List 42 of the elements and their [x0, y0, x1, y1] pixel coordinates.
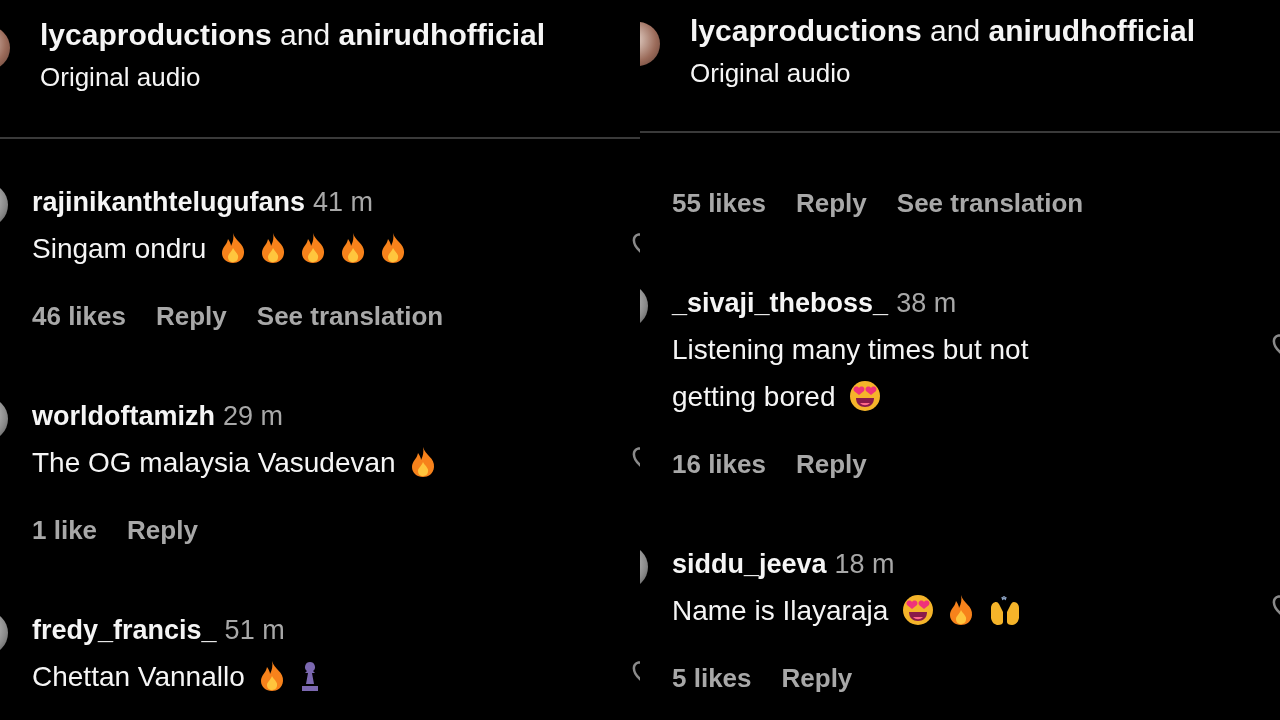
- username[interactable]: rajinikanthtelugufans: [32, 186, 306, 218]
- comment-text: Singam ondru: [32, 233, 207, 264]
- username[interactable]: worldoftamizh: [32, 400, 215, 432]
- heart-eyes-face-icon: [849, 380, 882, 412]
- username[interactable]: siddu_jeeva: [672, 548, 827, 580]
- comment-time: 29 m: [223, 400, 284, 432]
- username[interactable]: _sivaji_theboss_: [672, 287, 889, 319]
- audio-subtitle[interactable]: Original audio: [40, 62, 546, 93]
- likes-count[interactable]: 16 likes: [672, 448, 766, 480]
- flame-icon: [220, 232, 247, 264]
- comment-time: 38 m: [896, 287, 957, 319]
- see-translation-link[interactable]: See translation: [256, 300, 444, 332]
- comment-time: 18 m: [834, 548, 895, 580]
- audio-title: lycaproductions and anirudhofficial: [40, 18, 546, 52]
- comment-text: The OG malaysia Vasudevan: [32, 447, 396, 478]
- comment-text: getting bored: [672, 381, 836, 412]
- audio-subtitle[interactable]: Original audio: [690, 58, 1196, 89]
- comment-text: Chettan Vannallo: [32, 661, 245, 692]
- likes-count[interactable]: 5 likes: [672, 662, 752, 694]
- username[interactable]: fredy_francis_: [32, 614, 217, 646]
- likes-count[interactable]: 55 likes: [672, 187, 766, 219]
- flame-icon: [258, 660, 285, 692]
- reply-link[interactable]: Reply: [796, 448, 867, 480]
- flame-icon: [948, 594, 975, 626]
- comment-text: Name is Ilayaraja: [672, 595, 889, 626]
- flame-icon: [260, 232, 287, 264]
- comment-time: 41 m: [313, 186, 374, 218]
- flame-icon: [300, 232, 327, 264]
- audio-title: lycaproductions and anirudhofficial: [690, 14, 1196, 48]
- reply-link[interactable]: Reply: [781, 662, 853, 694]
- reply-link[interactable]: Reply: [796, 187, 867, 219]
- reply-link[interactable]: Reply: [127, 514, 198, 546]
- likes-count[interactable]: 1 like: [32, 514, 98, 546]
- likes-count[interactable]: 46 likes: [32, 300, 126, 332]
- heart-eyes-face-icon: [902, 594, 935, 626]
- flame-icon: [340, 232, 367, 264]
- see-translation-link[interactable]: See translation: [896, 187, 1084, 219]
- comment-time: 51 m: [224, 614, 285, 646]
- flame-icon: [409, 446, 436, 478]
- comment-text: Listening many times but not: [672, 334, 1029, 365]
- reply-link[interactable]: Reply: [156, 300, 227, 332]
- flame-icon: [380, 232, 407, 264]
